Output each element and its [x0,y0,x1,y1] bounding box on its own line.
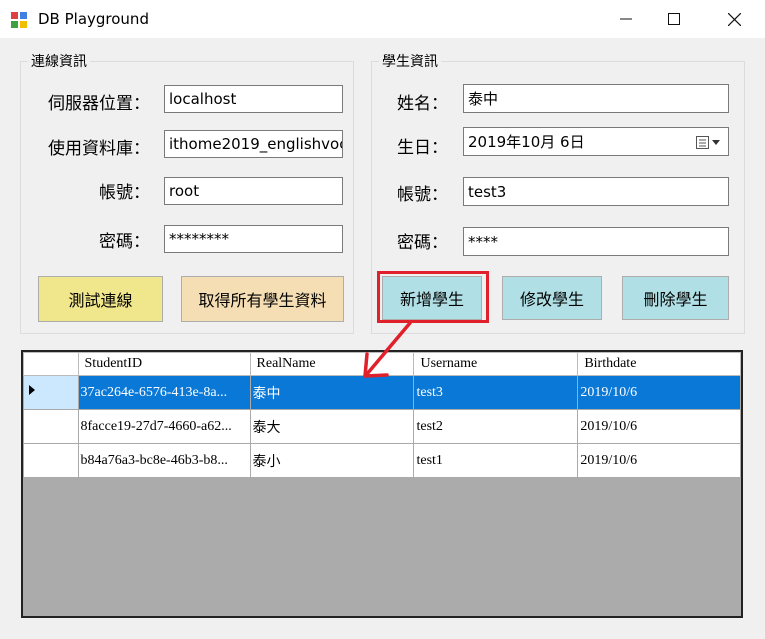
server-label: 伺服器位置： [48,94,150,114]
account-label: 帳號： [99,183,150,203]
cell-birthdate[interactable]: 2019/10/6 [577,409,741,444]
calendar-dropdown-icon[interactable] [696,136,722,149]
minimize-icon [620,18,632,20]
edit-student-button[interactable]: 修改學生 [502,276,602,320]
cell-birthdate[interactable]: 2019/10/6 [577,443,741,478]
cell-studentid[interactable]: 37ac264e-6576-413e-8a... [77,375,251,410]
student-account-label: 帳號： [397,185,448,205]
students-grid[interactable]: StudentID RealName Username Birthdate 37… [21,350,743,618]
table-row[interactable]: 8facce19-27d7-4660-a62... 泰大 test2 2019/… [23,409,741,444]
annotation-arrow-icon [363,321,412,378]
grid-corner [23,352,79,376]
maximize-icon [668,13,680,25]
current-row-icon [29,385,35,395]
row-header[interactable] [23,443,79,478]
delete-student-button[interactable]: 刪除學生 [622,276,729,320]
birthday-label: 生日： [397,138,448,158]
database-input[interactable]: ithome2019_englishvocabulary [164,130,343,158]
highlight-box [377,271,489,323]
connection-group-label: 連線資訊 [28,51,90,71]
column-header-studentid[interactable]: StudentID [77,352,251,376]
table-row[interactable]: b84a76a3-bc8e-46b3-b8... 泰小 test1 2019/1… [23,443,741,478]
cell-username[interactable]: test2 [413,409,579,444]
test-connection-button[interactable]: 測試連線 [38,276,163,322]
student-password-label: 密碼： [397,233,448,253]
name-input[interactable]: 泰中 [463,84,729,113]
close-icon [727,12,741,26]
column-header-birthdate[interactable]: Birthdate [577,352,741,376]
cell-username[interactable]: test1 [413,443,579,478]
cell-username[interactable]: test3 [413,375,579,410]
student-group-label: 學生資訊 [379,51,441,71]
password-label: 密碼： [99,232,150,252]
cell-studentid[interactable]: b84a76a3-bc8e-46b3-b8... [77,443,251,478]
maximize-button[interactable] [651,0,697,38]
cell-birthdate[interactable]: 2019/10/6 [577,375,741,410]
app-icon [11,12,27,28]
password-input[interactable]: ******** [164,225,343,253]
name-label: 姓名： [397,94,448,114]
get-all-students-button[interactable]: 取得所有學生資料 [181,276,344,322]
server-input[interactable]: localhost [164,85,343,113]
cell-realname[interactable]: 泰小 [249,443,415,478]
close-button[interactable] [711,0,757,38]
database-label: 使用資料庫： [48,139,150,159]
column-header-username[interactable]: Username [413,352,579,376]
student-account-input[interactable]: test3 [463,177,729,206]
cell-studentid[interactable]: 8facce19-27d7-4660-a62... [77,409,251,444]
minimize-button[interactable] [603,0,649,38]
row-header[interactable] [23,409,79,444]
account-input[interactable]: root [164,177,343,205]
row-header[interactable] [23,375,79,410]
window-title: DB Playground [38,10,149,28]
birthday-picker[interactable]: 2019年10月 6日 [463,127,729,156]
cell-realname[interactable]: 泰大 [249,409,415,444]
student-password-input[interactable]: **** [463,227,729,256]
title-bar: DB Playground [0,0,765,38]
birthday-value: 2019年10月 6日 [468,133,585,151]
